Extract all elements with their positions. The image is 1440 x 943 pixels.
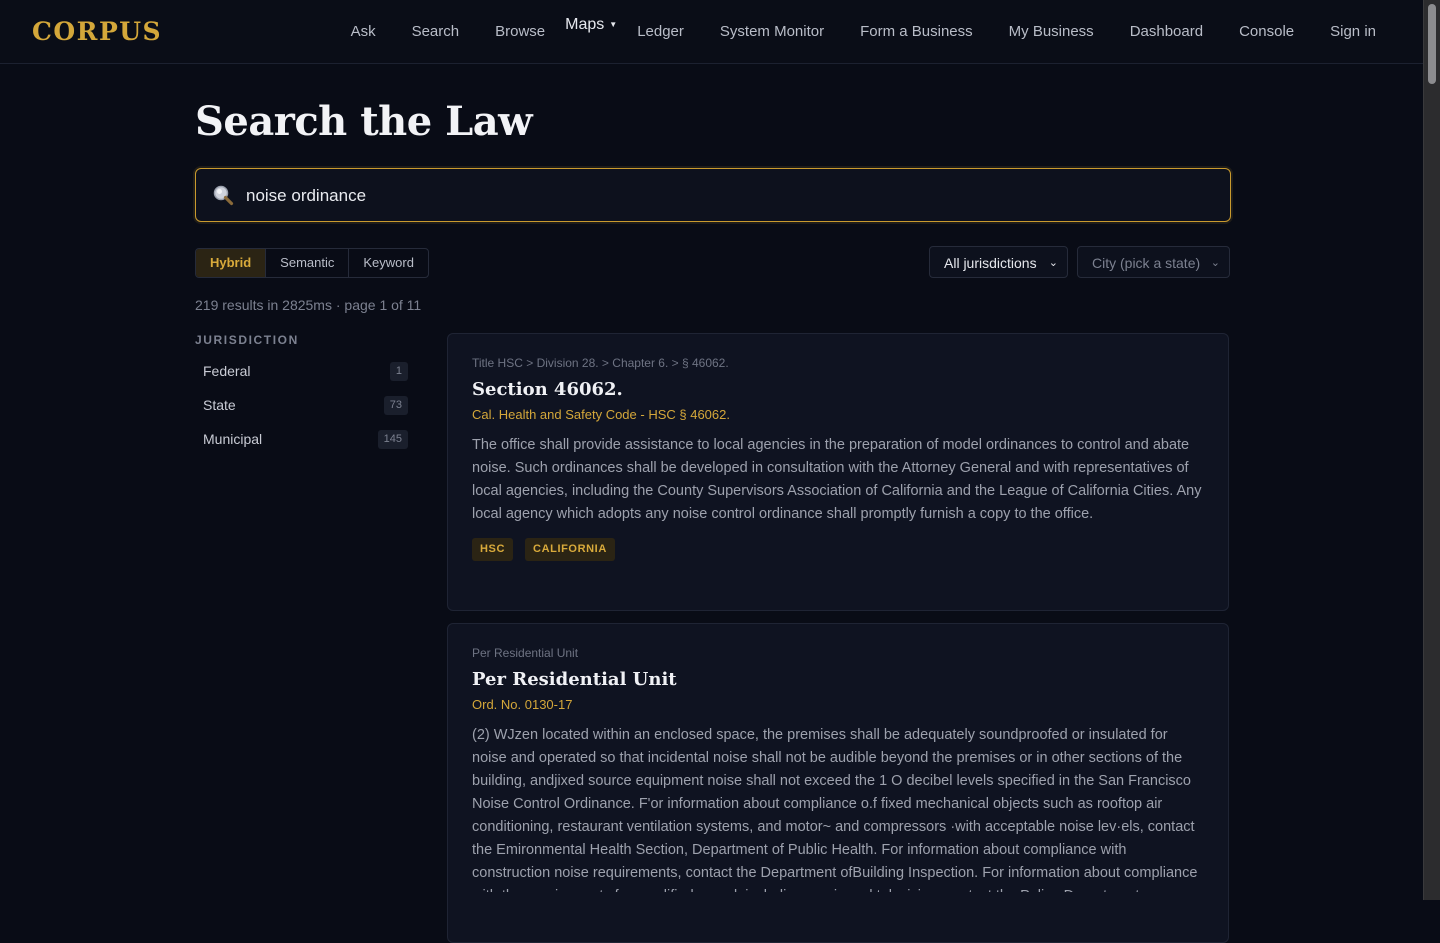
nav-sign-in[interactable]: Sign in bbox=[1330, 23, 1376, 40]
main-content: Search the Law Hybrid Semantic Keyword A… bbox=[195, 64, 1231, 943]
city-select-value: City (pick a state) bbox=[1092, 255, 1201, 271]
facet-count: 145 bbox=[377, 430, 408, 449]
mode-tab-semantic[interactable]: Semantic bbox=[266, 249, 350, 277]
search-input[interactable] bbox=[244, 169, 1208, 223]
result-card[interactable]: Per Residential Unit Per Residential Uni… bbox=[447, 623, 1229, 943]
result-breadcrumb: Per Residential Unit bbox=[472, 646, 579, 660]
facet-label: Municipal bbox=[203, 431, 263, 447]
city-select[interactable]: City (pick a state) ⌄ bbox=[1077, 246, 1230, 278]
chevron-down-icon: ⌄ bbox=[1048, 257, 1058, 269]
nav-my-business[interactable]: My Business bbox=[1009, 23, 1094, 40]
facet-label: State bbox=[203, 397, 236, 413]
result-snippet: The office shall provide assistance to l… bbox=[472, 437, 1202, 522]
scrollbar-thumb[interactable] bbox=[1428, 4, 1436, 84]
page-title: Search the Law bbox=[195, 98, 533, 145]
result-tags: HSC CALIFORNIA bbox=[472, 538, 1204, 561]
nav-ask[interactable]: Ask bbox=[351, 23, 376, 40]
facet-federal[interactable]: Federal 1 bbox=[195, 354, 408, 388]
results-summary: 219 results in 2825ms · page 1 of 11 bbox=[195, 297, 422, 313]
jurisdiction-select[interactable]: All jurisdictions ⌄ bbox=[929, 246, 1068, 278]
result-title[interactable]: Per Residential Unit bbox=[472, 669, 1204, 690]
facet-title: JURISDICTION bbox=[195, 333, 299, 347]
result-citation: Ord. No. 0130-17 bbox=[472, 697, 573, 712]
jurisdiction-select-value: All jurisdictions bbox=[944, 255, 1037, 271]
facet-count: 1 bbox=[389, 362, 408, 381]
nav-browse[interactable]: Browse bbox=[495, 23, 545, 40]
nav-console[interactable]: Console bbox=[1239, 23, 1294, 40]
result-citation: Cal. Health and Safety Code - HSC § 4606… bbox=[472, 407, 730, 422]
result-breadcrumb: Title HSC > Division 28. > Chapter 6. > … bbox=[472, 356, 729, 370]
nav-ledger[interactable]: Ledger bbox=[637, 23, 684, 40]
facet-label: Federal bbox=[203, 363, 251, 379]
mode-tab-hybrid[interactable]: Hybrid bbox=[196, 249, 267, 277]
logo[interactable]: CORPUS bbox=[32, 17, 162, 46]
tag-badge: HSC bbox=[472, 538, 514, 561]
caret-down-icon: ▼ bbox=[609, 19, 618, 29]
mode-tab-keyword[interactable]: Keyword bbox=[349, 249, 428, 277]
facet-state[interactable]: State 73 bbox=[195, 388, 408, 422]
search-mode-tabs: Hybrid Semantic Keyword bbox=[195, 248, 429, 278]
scrollbar[interactable] bbox=[1423, 0, 1440, 900]
tag-badge: CALIFORNIA bbox=[525, 538, 615, 561]
nav-form-a-business[interactable]: Form a Business bbox=[860, 23, 973, 40]
facet-count: 73 bbox=[383, 396, 408, 415]
nav-maps-label: Maps bbox=[565, 15, 605, 33]
magnifier-icon bbox=[213, 185, 234, 206]
nav-system-monitor[interactable]: System Monitor bbox=[720, 23, 824, 40]
search-box[interactable] bbox=[195, 168, 1231, 223]
nav-maps-dropdown[interactable]: Maps ▼ bbox=[565, 16, 617, 34]
nav-links: Ask Search Browse Maps ▼ Ledger System Mo… bbox=[315, 0, 1376, 63]
facet-municipal[interactable]: Municipal 145 bbox=[195, 422, 408, 456]
chevron-down-icon: ⌄ bbox=[1210, 257, 1220, 269]
nav-search[interactable]: Search bbox=[412, 23, 460, 40]
nav-dashboard[interactable]: Dashboard bbox=[1130, 23, 1203, 40]
result-title[interactable]: Section 46062. bbox=[472, 379, 1204, 400]
result-card[interactable]: Title HSC > Division 28. > Chapter 6. > … bbox=[447, 333, 1229, 611]
jurisdiction-facets: Federal 1 State 73 Municipal 145 bbox=[195, 354, 408, 456]
result-snippet: (2) WJzen located within an enclosed spa… bbox=[472, 727, 1198, 892]
top-nav: CORPUS Ask Search Browse Maps ▼ Ledger Sy… bbox=[0, 0, 1424, 64]
